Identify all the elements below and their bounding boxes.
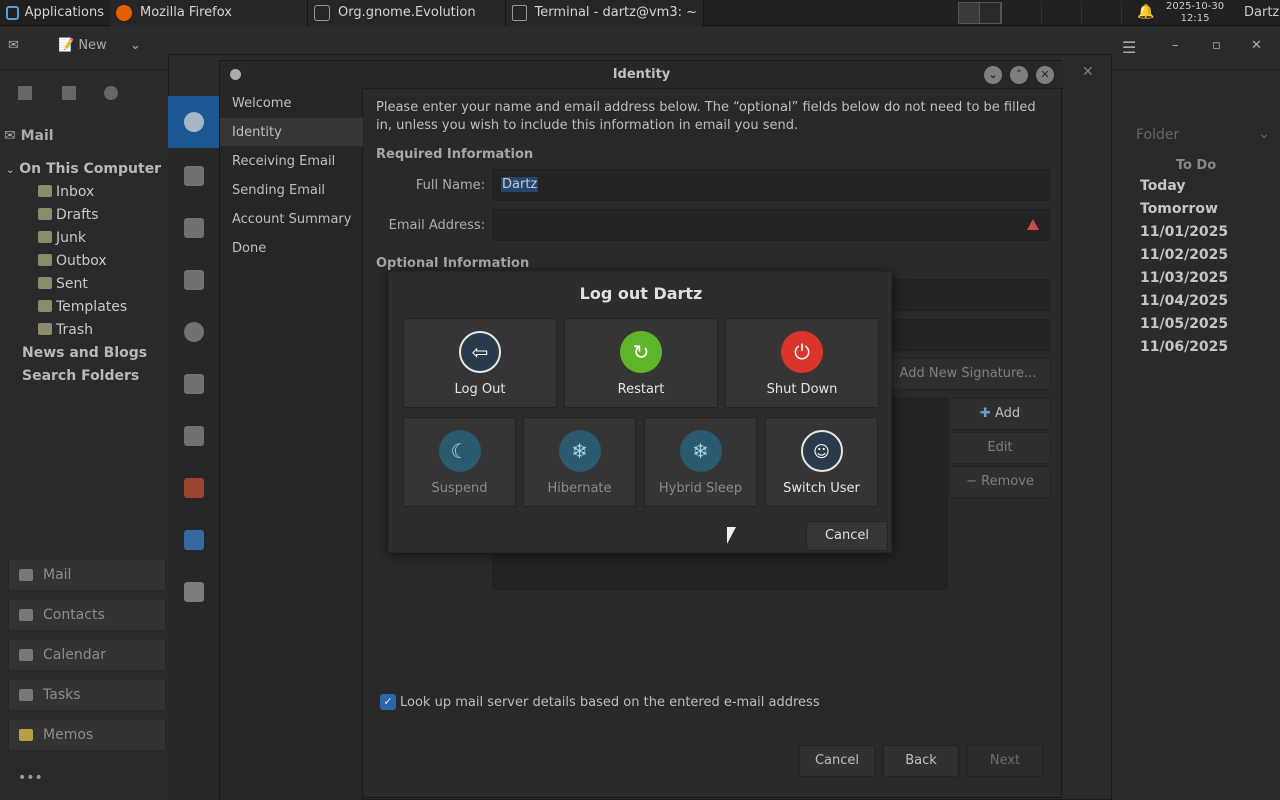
switcher-tasks[interactable]: Tasks — [8, 679, 166, 711]
todo-folder-select[interactable]: Folder ⌄ — [1116, 120, 1274, 150]
switch-user-button[interactable]: ☺ Switch User — [765, 417, 878, 507]
chevron-down-icon: ⌄ — [1258, 126, 1270, 142]
inbox-icon — [38, 185, 52, 197]
todo-row[interactable]: 11/03/2025 — [1140, 270, 1228, 286]
task-terminal[interactable]: Terminal - dartz@vm3: ~ — [506, 0, 704, 26]
moon-icon: ☾ — [438, 430, 481, 472]
switcher-contacts[interactable]: Contacts — [8, 599, 166, 631]
tree-on-this-computer[interactable]: ⌄ On This Computer — [6, 161, 161, 177]
sent-icon — [38, 277, 52, 289]
restart-button[interactable]: ↻ Restart — [564, 318, 718, 408]
mail-icon — [19, 569, 33, 581]
minimize-icon[interactable]: – — [1172, 38, 1179, 53]
todo-row[interactable]: Tomorrow — [1140, 201, 1218, 217]
todo-row[interactable]: 11/01/2025 — [1140, 224, 1228, 240]
todo-row[interactable]: 11/04/2025 — [1140, 293, 1228, 309]
todo-row[interactable]: 11/02/2025 — [1140, 247, 1228, 263]
log-out-button[interactable]: ⇦ Log Out — [403, 318, 557, 408]
folder-junk[interactable]: Junk — [38, 230, 86, 246]
todo-row[interactable]: 11/06/2025 — [1140, 339, 1228, 355]
calendar-icon — [19, 649, 33, 661]
folder-trash[interactable]: Trash — [38, 322, 93, 338]
mail-icon: ✉ — [4, 128, 16, 144]
maximize-icon[interactable]: ▫ — [1212, 38, 1221, 53]
firefox-icon — [116, 4, 132, 21]
tree-search-folders[interactable]: Search Folders — [22, 368, 139, 384]
switcher-memos[interactable]: Memos — [8, 719, 166, 751]
new-dropdown-icon[interactable]: ⌄ — [130, 38, 141, 53]
panel-spacer — [1002, 2, 1122, 24]
archive-icon[interactable] — [62, 86, 76, 100]
folder-sent[interactable]: Sent — [38, 276, 88, 292]
snowflake-icon: ❄ — [558, 430, 601, 472]
component-switcher: Mail Contacts Calendar Tasks Memos ••• — [0, 556, 168, 800]
mail-folder-tree: ✉ Mail ⌄ On This Computer Inbox Drafts J… — [0, 118, 168, 558]
shut-down-button[interactable]: ⏻ Shut Down — [725, 318, 879, 408]
todo-row[interactable]: 11/05/2025 — [1140, 316, 1228, 332]
switcher-calendar[interactable]: Calendar — [8, 639, 166, 671]
switcher-mail[interactable]: Mail — [8, 559, 166, 591]
todo-header: To Do — [1175, 158, 1217, 173]
bell-icon[interactable]: 🔔 — [1137, 4, 1154, 20]
logout-dialog: Log out Dartz ⇦ Log Out ↻ Restart ⏻ Shut… — [388, 271, 892, 553]
todo-pane: Folder ⌄ To Do Today Tomorrow 11/01/2025 … — [1112, 72, 1280, 800]
drafts-icon — [38, 208, 52, 220]
junk-icon — [38, 231, 52, 243]
folder-inbox[interactable]: Inbox — [38, 184, 94, 200]
new-button[interactable]: 📝 New — [58, 38, 107, 53]
section-title: ✉ Mail — [4, 128, 54, 144]
outbox-icon — [38, 254, 52, 266]
print-icon[interactable] — [18, 86, 32, 100]
folder-drafts[interactable]: Drafts — [38, 207, 99, 223]
tree-news-and-blogs[interactable]: News and Blogs — [22, 345, 147, 361]
todo-row[interactable]: Today — [1140, 178, 1185, 194]
tasks-icon — [19, 689, 33, 701]
logout-title: Log out Dartz — [579, 284, 703, 303]
user-menu[interactable]: Dartz — [1244, 5, 1279, 20]
chevron-down-icon: ⌄ — [6, 165, 15, 176]
contacts-icon — [19, 609, 33, 621]
mouse-cursor — [727, 527, 736, 544]
suspend-button[interactable]: ☾ Suspend — [403, 417, 516, 507]
menu-icon[interactable]: ☰ — [1122, 38, 1136, 57]
trash-icon — [38, 323, 52, 335]
evolution-icon — [314, 4, 330, 21]
new-icon: 📝 — [58, 38, 75, 53]
folder-templates[interactable]: Templates — [38, 299, 127, 315]
switcher-collapse-icon[interactable]: ••• — [18, 770, 43, 786]
workspace-switcher[interactable] — [958, 2, 1002, 24]
logout-cancel-button[interactable]: Cancel — [806, 521, 888, 551]
restart-icon: ↻ — [620, 331, 662, 373]
memos-icon — [19, 729, 33, 741]
applications-icon — [6, 5, 19, 20]
clock[interactable]: 2025-10-30 12:15 — [1166, 1, 1224, 25]
logout-icon: ⇦ — [459, 331, 501, 373]
users-icon: ☺ — [800, 430, 843, 472]
power-icon: ⏻ — [781, 331, 823, 373]
terminal-icon — [512, 4, 527, 21]
evolution-secondary-toolbar — [0, 72, 168, 118]
mail-icon[interactable]: ✉ — [8, 38, 19, 53]
close-icon[interactable]: ✕ — [1251, 38, 1262, 53]
folder-outbox[interactable]: Outbox — [38, 253, 107, 269]
hibernate-button[interactable]: ❄ Hibernate — [523, 417, 636, 507]
task-evolution[interactable]: Org.gnome.Evolution — [308, 0, 506, 26]
hybrid-sleep-button[interactable]: ❄ Hybrid Sleep — [644, 417, 757, 507]
task-firefox[interactable]: Mozilla Firefox — [110, 0, 308, 26]
applications-menu[interactable]: Applications — [0, 0, 110, 26]
junk-icon[interactable] — [104, 86, 118, 100]
snowflake-icon: ❄ — [679, 430, 722, 472]
templates-icon — [38, 300, 52, 312]
